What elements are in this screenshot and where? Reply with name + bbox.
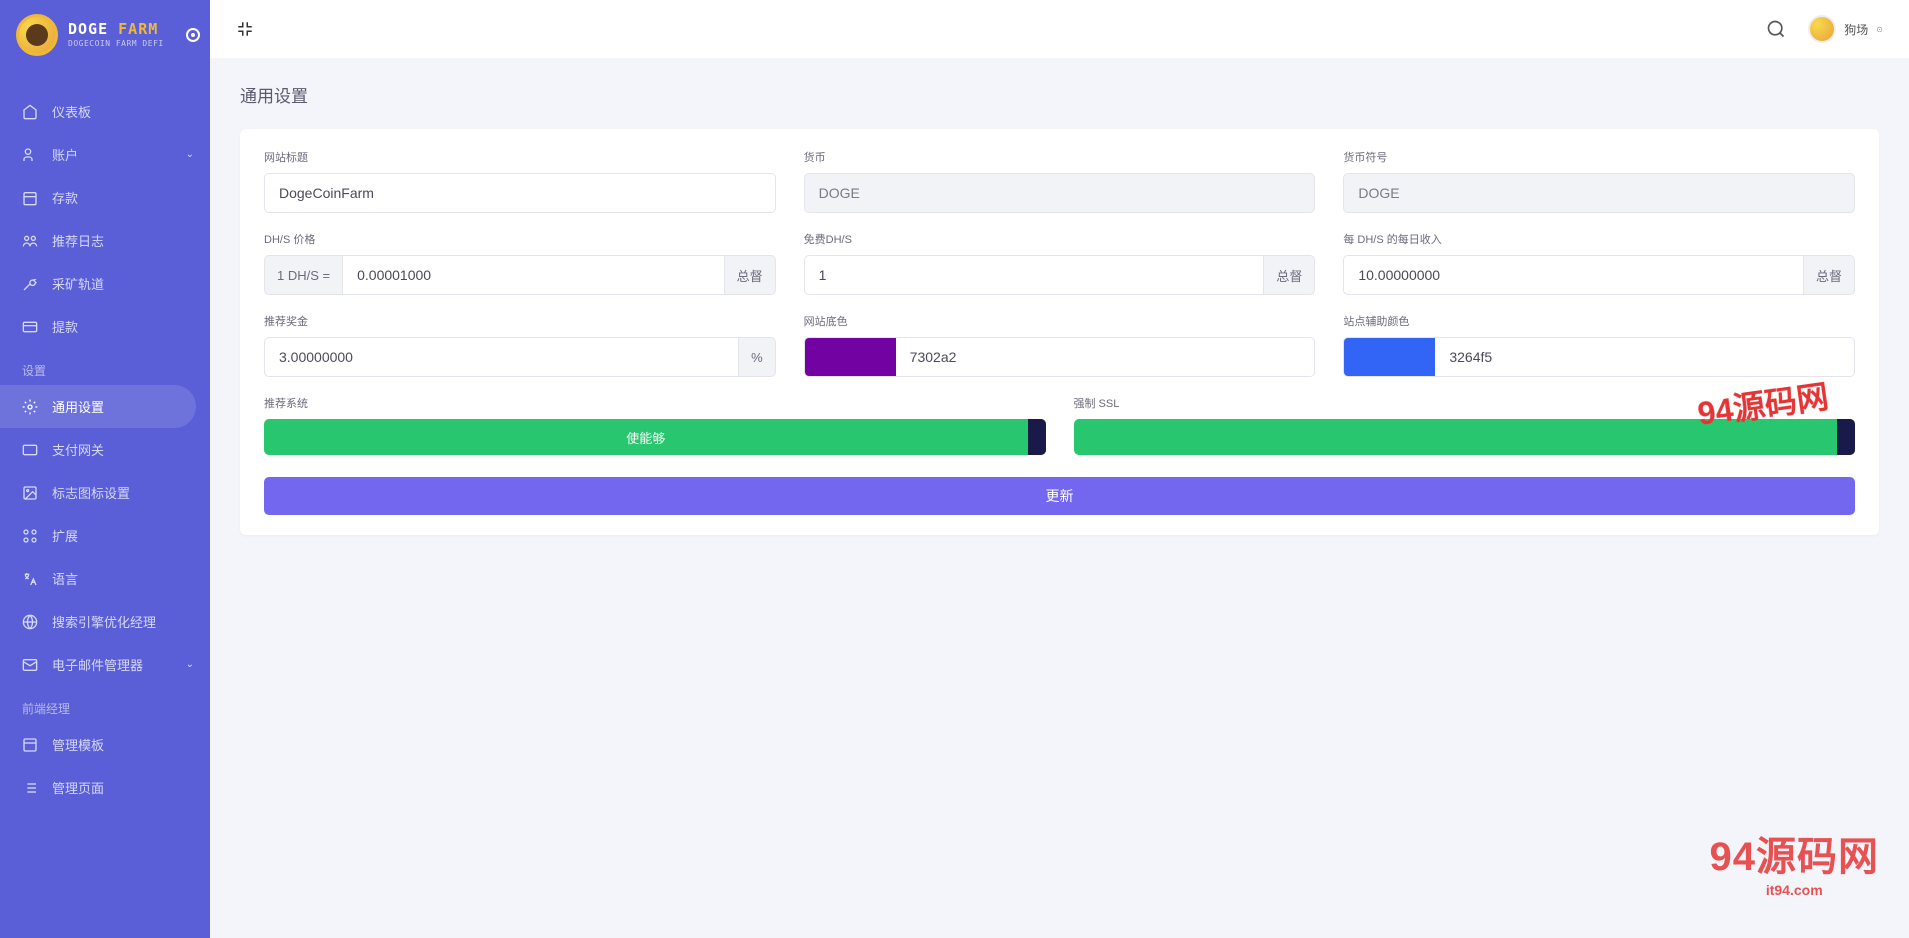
- main-nav: 仪表板 账户 ⌄ 存款 推荐日志 采矿轨道 提款: [0, 70, 210, 809]
- sidebar: DOGE FARM DOGECOIN FARM DEFI 仪表板 账户 ⌄ 存款: [0, 0, 210, 938]
- sidebar-item-label: 扩展: [52, 526, 78, 545]
- field-label: 网站标题: [264, 149, 776, 165]
- sidebar-item-label: 管理模板: [52, 735, 104, 754]
- sidebar-item-manage-template[interactable]: 管理模板: [0, 723, 210, 766]
- mail-icon: [22, 657, 38, 673]
- input-prefix: 1 DH/S =: [264, 255, 342, 295]
- field-label: DH/S 价格: [264, 231, 776, 247]
- sidebar-item-label: 支付网关: [52, 440, 104, 459]
- search-icon[interactable]: [1766, 19, 1786, 39]
- sidebar-item-label: 电子邮件管理器: [52, 655, 143, 674]
- input-suffix: %: [739, 337, 776, 377]
- nav-section-frontend: 前端经理: [0, 686, 210, 723]
- avatar: [1808, 15, 1836, 43]
- fullscreen-collapse-icon[interactable]: [236, 20, 254, 38]
- sidebar-item-payment-gateway[interactable]: 支付网关: [0, 428, 210, 471]
- sidebar-item-extensions[interactable]: 扩展: [0, 514, 210, 557]
- calendar-icon: [22, 190, 38, 206]
- chevron-down-icon: ⌄: [186, 659, 194, 670]
- ref-system-toggle[interactable]: 使能够: [264, 419, 1046, 455]
- toggle-handle: [1837, 419, 1855, 455]
- user-menu[interactable]: 狗场 ⊙: [1808, 15, 1883, 43]
- card-icon: [22, 442, 38, 458]
- card-icon: [22, 319, 38, 335]
- sidebar-item-deposit[interactable]: 存款: [0, 176, 210, 219]
- sidebar-item-label: 仪表板: [52, 102, 91, 121]
- settings-card: 网站标题 货币 货币符号 DH/S 价格: [240, 129, 1879, 535]
- sidebar-item-label: 语言: [52, 569, 78, 588]
- chevron-down-icon: ⌄: [186, 149, 194, 160]
- nav-section-settings: 设置: [0, 348, 210, 385]
- field-label: 强制 SSL: [1074, 395, 1856, 411]
- nodes-icon: [22, 528, 38, 544]
- force-ssl-toggle[interactable]: [1074, 419, 1856, 455]
- secondary-color-swatch[interactable]: [1343, 337, 1435, 377]
- sidebar-item-label: 采矿轨道: [52, 274, 104, 293]
- sidebar-item-label: 标志图标设置: [52, 483, 130, 502]
- input-suffix: 总督: [1264, 255, 1315, 295]
- sidebar-item-email-manager[interactable]: 电子邮件管理器 ⌄: [0, 643, 210, 686]
- gear-icon: [22, 399, 38, 415]
- sidebar-item-label: 存款: [52, 188, 78, 207]
- sidebar-item-seo[interactable]: 搜索引擎优化经理: [0, 600, 210, 643]
- main-area: 狗场 ⊙ 通用设置 网站标题 货币 货币符号: [210, 0, 1909, 938]
- people-icon: [22, 233, 38, 249]
- field-label: 货币: [804, 149, 1316, 165]
- brand-title: DOGE FARM: [68, 21, 164, 38]
- list-icon: [22, 780, 38, 796]
- users-icon: [22, 147, 38, 163]
- sidebar-item-label: 账户: [52, 145, 78, 164]
- wrench-icon: [22, 276, 38, 292]
- brand-logo: [16, 14, 58, 56]
- page-title: 通用设置: [240, 82, 1879, 107]
- home-icon: [22, 104, 38, 120]
- sidebar-item-label: 推荐日志: [52, 231, 104, 250]
- field-label: 推荐奖金: [264, 313, 776, 329]
- sidebar-item-general-settings[interactable]: 通用设置: [0, 385, 196, 428]
- sidebar-item-dashboard[interactable]: 仪表板: [0, 90, 210, 133]
- daily-income-input[interactable]: [1343, 255, 1804, 295]
- sidebar-item-account[interactable]: 账户 ⌄: [0, 133, 210, 176]
- brand-area: DOGE FARM DOGECOIN FARM DEFI: [0, 0, 210, 70]
- currency-input: [804, 173, 1316, 213]
- chevron-down-icon: ⊙: [1876, 25, 1883, 34]
- username: 狗场: [1844, 21, 1868, 38]
- secondary-color-input[interactable]: [1435, 337, 1855, 377]
- toggle-handle: [1028, 419, 1046, 455]
- sidebar-item-referral-log[interactable]: 推荐日志: [0, 219, 210, 262]
- field-label: 免费DH/S: [804, 231, 1316, 247]
- field-label: 推荐系统: [264, 395, 1046, 411]
- field-label: 网站底色: [804, 313, 1316, 329]
- currency-symbol-input: [1343, 173, 1855, 213]
- input-suffix: 总督: [725, 255, 776, 295]
- dhs-price-input[interactable]: [342, 255, 725, 295]
- free-dhs-input[interactable]: [804, 255, 1265, 295]
- toggle-label: 使能够: [264, 428, 1028, 447]
- field-label: 货币符号: [1343, 149, 1855, 165]
- sidebar-collapse-toggle[interactable]: [186, 28, 200, 42]
- base-color-swatch[interactable]: [804, 337, 896, 377]
- lang-icon: [22, 571, 38, 587]
- image-icon: [22, 485, 38, 501]
- sidebar-item-withdraw[interactable]: 提款: [0, 305, 210, 348]
- ref-bonus-input[interactable]: [264, 337, 739, 377]
- sidebar-item-logo-icon[interactable]: 标志图标设置: [0, 471, 210, 514]
- sidebar-item-language[interactable]: 语言: [0, 557, 210, 600]
- field-label: 站点辅助颜色: [1343, 313, 1855, 329]
- template-icon: [22, 737, 38, 753]
- globe-icon: [22, 614, 38, 630]
- sidebar-item-mining[interactable]: 采矿轨道: [0, 262, 210, 305]
- update-button[interactable]: 更新: [264, 477, 1855, 515]
- sidebar-item-label: 搜索引擎优化经理: [52, 612, 156, 631]
- sidebar-item-label: 通用设置: [52, 397, 104, 416]
- sidebar-item-label: 提款: [52, 317, 78, 336]
- sidebar-item-manage-pages[interactable]: 管理页面: [0, 766, 210, 809]
- site-title-input[interactable]: [264, 173, 776, 213]
- topbar: 狗场 ⊙: [210, 0, 1909, 58]
- input-suffix: 总督: [1804, 255, 1855, 295]
- sidebar-item-label: 管理页面: [52, 778, 104, 797]
- base-color-input[interactable]: [896, 337, 1316, 377]
- brand-subtitle: DOGECOIN FARM DEFI: [68, 40, 164, 49]
- field-label: 每 DH/S 的每日收入: [1343, 231, 1855, 247]
